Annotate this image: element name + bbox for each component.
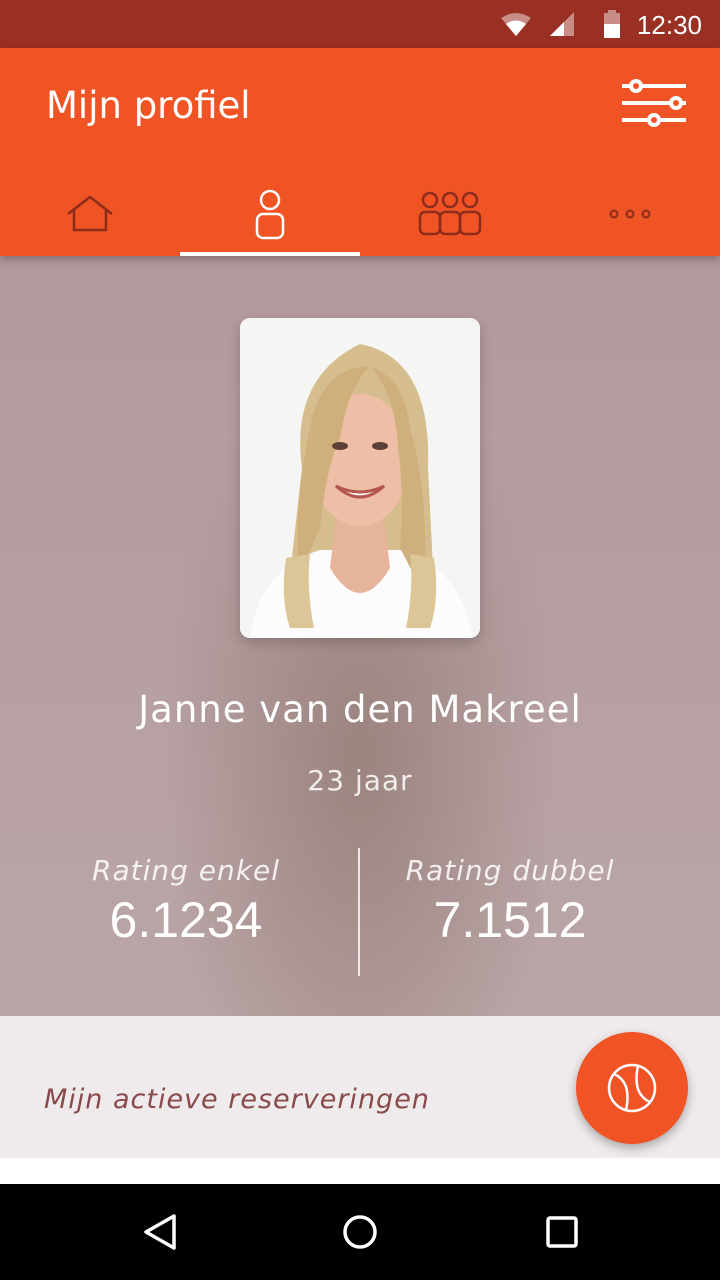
profile-age: 23 jaar bbox=[307, 764, 413, 797]
tab-home[interactable] bbox=[0, 172, 180, 256]
tab-groups[interactable] bbox=[360, 172, 540, 256]
tennis-ball-icon bbox=[607, 1063, 657, 1113]
status-time: 12:30 bbox=[636, 10, 702, 40]
home-button[interactable] bbox=[332, 1204, 388, 1260]
page-title: Mijn profiel bbox=[46, 84, 251, 127]
rating-double-value: 7.1512 bbox=[433, 892, 587, 948]
app-bar: Mijn profiel bbox=[0, 48, 720, 256]
profile-name: Janne van den Makreel bbox=[138, 688, 582, 731]
more-icon bbox=[609, 209, 651, 219]
filter-button[interactable] bbox=[618, 78, 690, 128]
rating-double: Rating dubbel 7.1512 bbox=[330, 854, 690, 949]
rating-double-label: Rating dubbel bbox=[405, 854, 615, 887]
profile-photo bbox=[240, 318, 480, 638]
back-button[interactable] bbox=[132, 1204, 188, 1260]
battery-icon bbox=[604, 10, 620, 38]
person-icon bbox=[255, 189, 285, 240]
group-icon bbox=[418, 191, 482, 236]
tab-more[interactable] bbox=[540, 172, 720, 256]
rating-single-value: 6.1234 bbox=[109, 892, 263, 948]
home-icon bbox=[67, 195, 113, 232]
tab-bar bbox=[0, 172, 720, 256]
tab-profile[interactable] bbox=[180, 172, 360, 256]
reservations-label: Mijn actieve reserveringen bbox=[44, 1084, 430, 1115]
list-area bbox=[0, 1158, 720, 1184]
back-icon bbox=[144, 1214, 176, 1250]
wifi-icon bbox=[501, 13, 531, 36]
status-bar: 12:30 bbox=[0, 0, 720, 48]
rating-single-label: Rating enkel bbox=[92, 854, 280, 887]
signal-icon bbox=[550, 12, 574, 36]
recents-icon bbox=[546, 1216, 578, 1248]
system-nav-bar bbox=[0, 1184, 720, 1280]
profile-section: Janne van den Makreel 23 jaar Rating enk… bbox=[0, 256, 720, 1016]
sliders-icon bbox=[622, 79, 686, 127]
recents-button[interactable] bbox=[534, 1204, 590, 1260]
rating-single: Rating enkel 6.1234 bbox=[6, 854, 366, 949]
reserve-fab-button[interactable] bbox=[576, 1032, 688, 1144]
avatar[interactable] bbox=[240, 318, 480, 638]
home-circle-icon bbox=[343, 1215, 377, 1249]
